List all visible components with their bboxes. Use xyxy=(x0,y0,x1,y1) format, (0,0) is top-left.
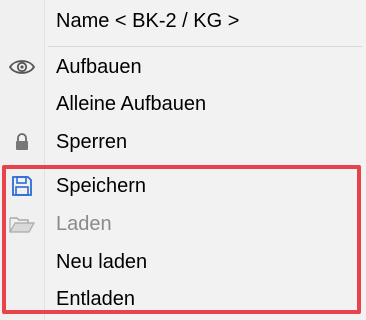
menu-item-laden: Laden xyxy=(0,206,366,242)
menu-item-label: Entladen xyxy=(56,288,135,310)
menu-item-aufbauen[interactable]: Aufbauen xyxy=(0,49,366,85)
menu-item-sperren[interactable]: Sperren xyxy=(0,124,366,160)
menu-item-label: Sperren xyxy=(56,131,128,153)
menu-item-label: Laden xyxy=(56,213,112,235)
menu-separator xyxy=(48,46,362,47)
menu-item-neu-laden[interactable]: Neu laden xyxy=(0,244,366,280)
menu-item-label: Aufbauen xyxy=(56,56,142,78)
menu-header: Name < BK-2 / KG > xyxy=(0,3,366,39)
open-folder-icon xyxy=(6,206,38,242)
menu-header-label: Name < BK-2 / KG > xyxy=(56,10,240,32)
lock-icon xyxy=(6,124,38,160)
menu-item-label: Alleine Aufbauen xyxy=(56,93,207,115)
menu-item-alleine-aufbauen[interactable]: Alleine Aufbauen xyxy=(0,86,366,122)
menu-item-speichern[interactable]: Speichern xyxy=(0,168,366,204)
context-menu: Name < BK-2 / KG > Aufbauen Alleine Aufb… xyxy=(0,0,366,320)
menu-item-label: Neu laden xyxy=(56,251,148,273)
menu-item-entladen[interactable]: Entladen xyxy=(0,281,366,317)
eye-icon xyxy=(6,49,38,85)
save-icon xyxy=(6,168,38,204)
menu-item-label: Speichern xyxy=(56,175,147,197)
